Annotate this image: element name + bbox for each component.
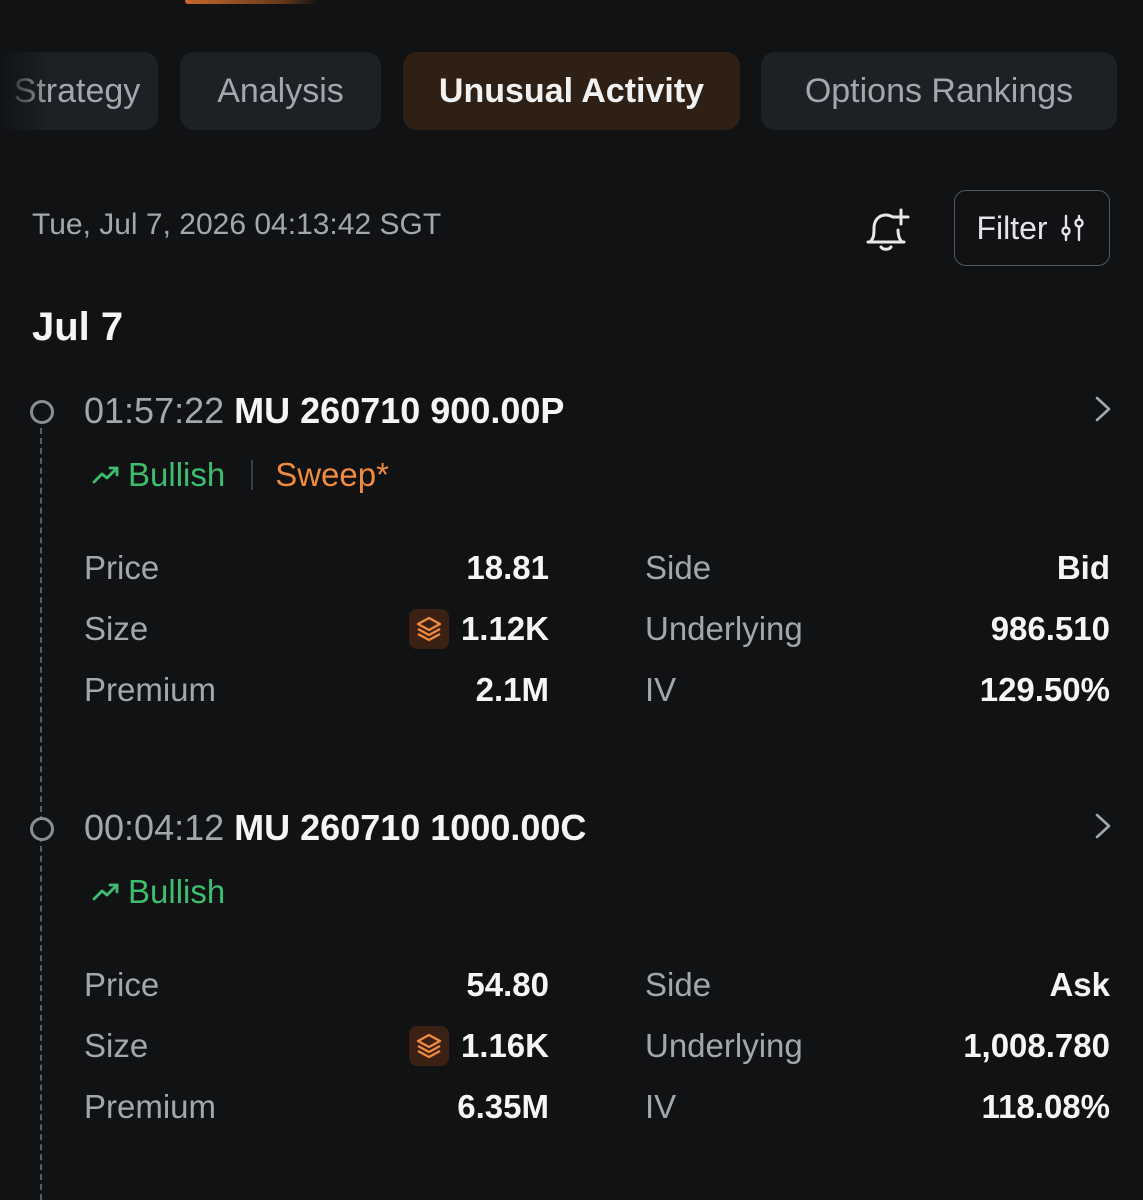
iv-label: IV	[645, 671, 677, 708]
entry-time: 00:04:12	[84, 807, 225, 848]
size-value: 1.16K	[460, 1027, 549, 1064]
date-heading: Jul 7	[32, 305, 124, 349]
entry-tags: Bullish Sweep*	[92, 456, 389, 494]
filter-button[interactable]: Filter	[954, 190, 1110, 266]
chevron-right-icon[interactable]	[1092, 392, 1114, 426]
side-value: Ask	[1049, 966, 1110, 1003]
underlying-value: 1,008.780	[963, 1027, 1110, 1064]
filter-label: Filter	[976, 209, 1048, 246]
sentiment-label: Bullish	[128, 873, 226, 910]
entry-contract: MU 260710 1000.00C	[234, 807, 587, 848]
size-value-group: 1.12K	[408, 609, 549, 649]
tab-options-rankings[interactable]: Options Rankings	[761, 52, 1117, 130]
entry-title: 01:57:22 MU 260710 900.00P	[84, 390, 564, 432]
top-indicator	[185, 0, 320, 4]
entry-tags: Bullish	[92, 873, 225, 911]
entry-title: 00:04:12 MU 260710 1000.00C	[84, 807, 586, 849]
side-label: Side	[645, 966, 712, 1003]
tab-label: Analysis	[217, 72, 344, 110]
iv-value: 118.08%	[981, 1088, 1110, 1125]
entry-contract: MU 260710 900.00P	[234, 390, 565, 431]
iv-value: 129.50%	[979, 671, 1110, 708]
size-label: Size	[84, 1027, 149, 1064]
timestamp: Tue, Jul 7, 2026 04:13:42 SGT	[32, 208, 442, 241]
activity-entry[interactable]: 01:57:22 MU 260710 900.00P Bullish Sweep…	[0, 390, 1143, 720]
entry-time: 01:57:22	[84, 390, 225, 431]
tab-fade	[0, 52, 50, 130]
tag-divider	[251, 460, 254, 490]
iv-label: IV	[645, 1088, 677, 1125]
price-label: Price	[84, 966, 160, 1003]
activity-entry[interactable]: 00:04:12 MU 260710 1000.00C Bullish Pric…	[0, 807, 1143, 1147]
bell-plus-icon[interactable]	[860, 204, 912, 256]
chevron-right-icon[interactable]	[1092, 809, 1114, 843]
premium-label: Premium	[84, 671, 217, 708]
underlying-label: Underlying	[645, 610, 803, 647]
premium-label: Premium	[84, 1088, 217, 1125]
tab-label: Unusual Activity	[438, 72, 705, 110]
price-value: 54.80	[466, 966, 549, 1003]
side-label: Side	[645, 549, 712, 586]
price-value: 18.81	[466, 549, 549, 586]
underlying-label: Underlying	[645, 1027, 803, 1064]
tab-bar: Strategy Analysis Unusual Activity Optio…	[0, 52, 1143, 130]
tab-unusual-activity[interactable]: Unusual Activity	[403, 52, 740, 130]
layers-icon	[408, 609, 449, 649]
trend-up-icon	[92, 883, 119, 901]
sliders-icon	[1060, 214, 1084, 242]
sweep-tag: Sweep*	[275, 456, 389, 493]
sentiment-label: Bullish	[128, 456, 226, 493]
premium-value: 6.35M	[457, 1088, 549, 1125]
trend-up-icon	[92, 466, 119, 484]
layers-icon	[408, 1026, 449, 1066]
premium-value: 2.1M	[475, 671, 549, 708]
size-value-group: 1.16K	[408, 1026, 549, 1066]
price-label: Price	[84, 549, 160, 586]
unusual-activity-screen: Strategy Analysis Unusual Activity Optio…	[0, 0, 1143, 1200]
size-value: 1.12K	[460, 610, 549, 647]
sentiment-badge: Bullish	[92, 456, 225, 494]
sentiment-badge: Bullish	[92, 873, 225, 911]
tab-analysis[interactable]: Analysis	[180, 52, 381, 130]
size-label: Size	[84, 610, 149, 647]
tab-label: Options Rankings	[804, 72, 1074, 110]
underlying-value: 986.510	[990, 610, 1110, 647]
side-value: Bid	[1056, 549, 1110, 586]
